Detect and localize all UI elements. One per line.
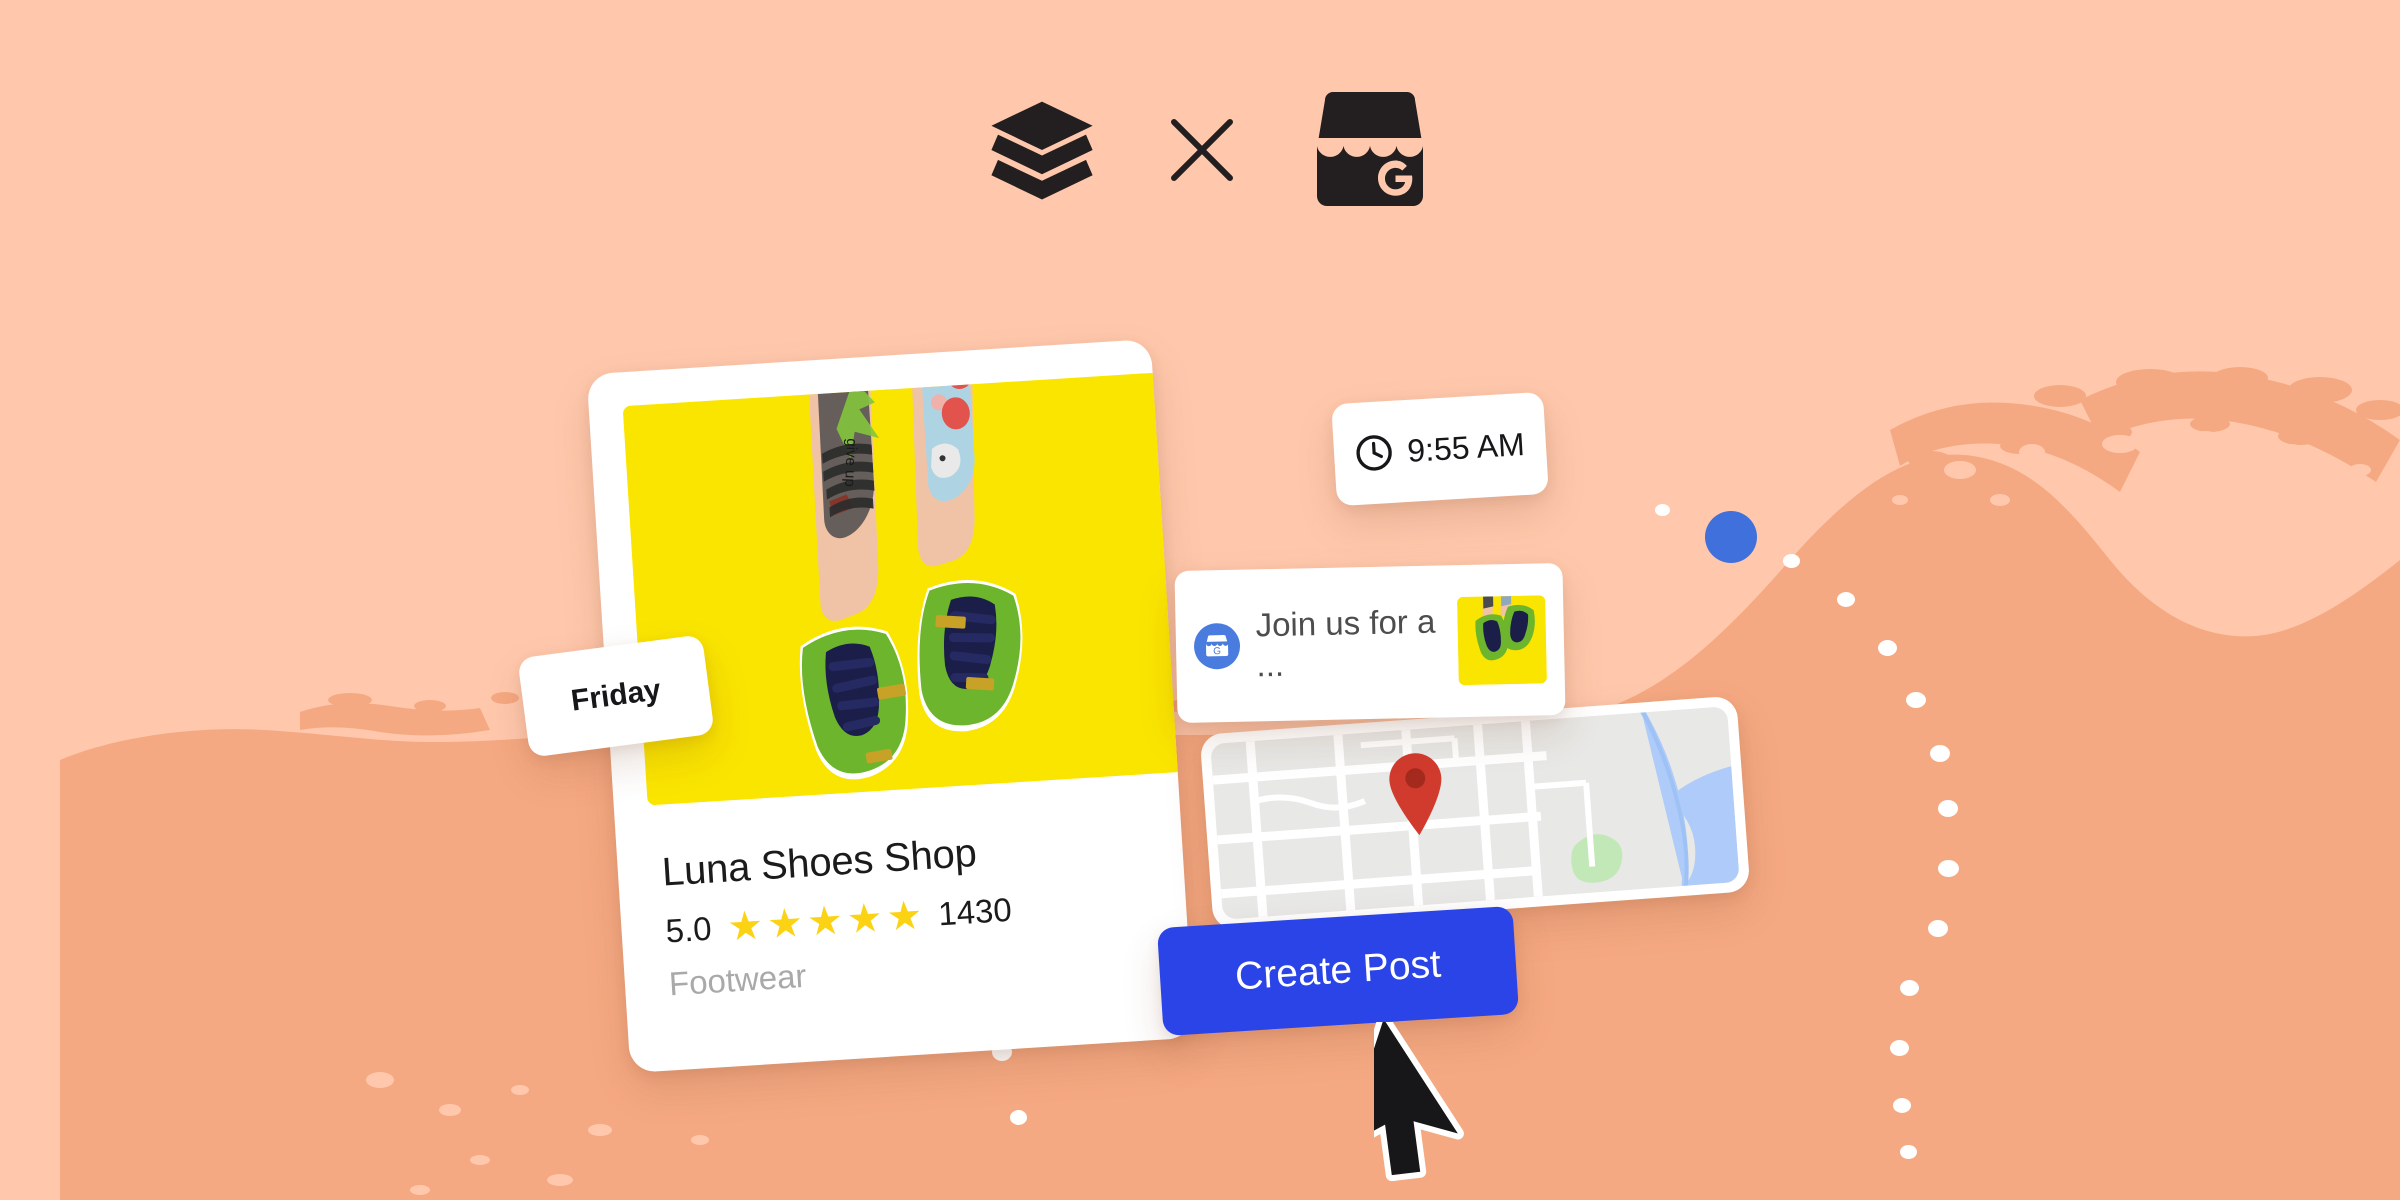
trail-dot (1938, 800, 1958, 817)
time-chip-label: 9:55 AM (1406, 425, 1526, 469)
buffer-logo-icon (991, 101, 1093, 200)
post-preview-card[interactable]: G Join us for a ... (1174, 562, 1566, 724)
star-icon: ★ (726, 903, 765, 950)
create-post-button[interactable]: Create Post (1156, 905, 1520, 1037)
close-x-icon (1171, 119, 1233, 181)
header-logo-row (960, 85, 1460, 215)
trail-dot (1837, 592, 1855, 607)
map-preview-card[interactable] (1199, 695, 1751, 931)
create-post-label: Create Post (1233, 942, 1443, 999)
rating-stars: ★ ★ ★ ★ ★ (726, 893, 924, 950)
business-card-photo: give up (622, 372, 1187, 806)
business-card-details: Luna Shoes Shop 5.0 ★ ★ ★ ★ ★ 1430 Footw… (661, 821, 1140, 1003)
trail-dot (1928, 920, 1948, 937)
trail-dot (1783, 554, 1800, 568)
svg-text:G: G (1213, 646, 1221, 657)
illustration-canvas: give up Luna Shoes Shop 5.0 ★ ★ ★ ★ ★ 14… (0, 0, 2400, 1200)
star-icon: ★ (845, 895, 884, 943)
trail-dot (1906, 692, 1926, 708)
trail-dot (1890, 1040, 1909, 1056)
clock-icon (1356, 435, 1393, 471)
trail-dot (1878, 640, 1897, 656)
blue-decor-dot (1705, 511, 1757, 563)
star-icon: ★ (885, 893, 924, 940)
star-icon: ★ (765, 900, 805, 948)
review-count: 1430 (937, 890, 1013, 933)
post-preview-thumbnail (1457, 595, 1547, 686)
trail-dot (1938, 860, 1959, 877)
star-icon: ★ (805, 898, 845, 945)
trail-dot (1900, 1145, 1917, 1159)
trail-dot (1655, 504, 1670, 516)
day-chip-label: Friday (569, 673, 663, 718)
trail-dot (1900, 980, 1919, 996)
trail-dot (1893, 1098, 1911, 1113)
map-canvas (1210, 706, 1740, 920)
trail-dot (1010, 1110, 1027, 1125)
post-preview-text: Join us for a ... (1255, 602, 1436, 684)
google-business-profile-logo-icon (1317, 92, 1423, 206)
time-chip[interactable]: 9:55 AM (1331, 391, 1549, 507)
trail-dot (1930, 745, 1950, 762)
business-name: Luna Shoes Shop (660, 830, 978, 895)
google-business-profile-icon: G (1193, 622, 1241, 670)
svg-text:give up: give up (841, 438, 860, 487)
rating-score: 5.0 (664, 909, 713, 950)
